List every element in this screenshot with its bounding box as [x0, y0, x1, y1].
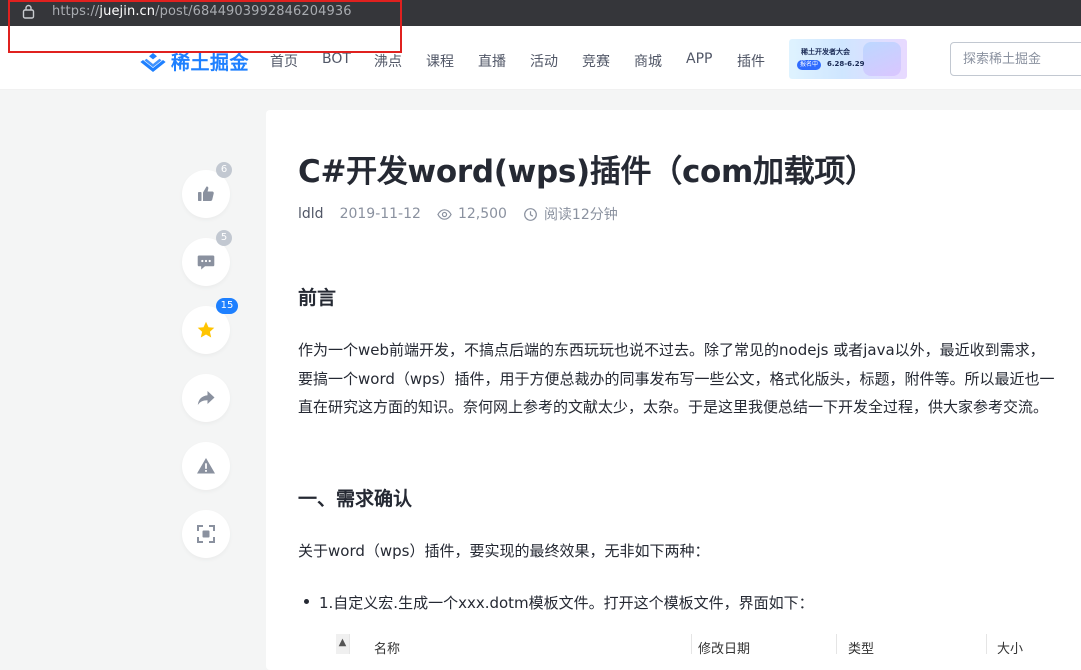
share-button[interactable]	[182, 374, 230, 422]
nav-shop[interactable]: 商城	[634, 51, 662, 71]
read-time: 阅读12分钟	[543, 207, 618, 223]
search-input[interactable]	[963, 43, 1081, 75]
list-item-text: 1.自定义宏.生成一个xxx.dotm模板文件。打开这个模板文件，界面如下：	[319, 594, 814, 612]
clock-icon	[524, 207, 537, 221]
thumbs-up-icon	[198, 186, 214, 201]
like-count-badge: 6	[216, 162, 232, 178]
star-icon	[197, 321, 215, 338]
fullscreen-icon	[197, 525, 215, 543]
nav-events[interactable]: 活动	[530, 51, 558, 71]
publish-date: 2019-11-12	[339, 206, 421, 222]
conference-banner[interactable]: 稀土开发者大会 报名中 6.28-6.29	[789, 39, 907, 79]
column-divider	[986, 634, 987, 654]
view-count: 12,500	[457, 206, 507, 222]
banner-pill: 报名中	[797, 60, 821, 70]
article-title: C#开发word(wps)插件（com加载项）	[298, 154, 876, 190]
report-button[interactable]	[182, 442, 230, 490]
banner-date: 6.28-6.29	[827, 60, 865, 68]
like-button[interactable]: 6	[182, 162, 232, 218]
requirements-paragraph: 关于word（wps）插件，要实现的最终效果，无非如下两种：	[298, 542, 710, 560]
nav-courses[interactable]: 课程	[426, 51, 454, 71]
section-heading-requirements: 一、需求确认	[298, 488, 413, 510]
list-item: 1.自定义宏.生成一个xxx.dotm模板文件。打开这个模板文件，界面如下：	[304, 592, 814, 613]
comment-icon	[197, 255, 215, 270]
intro-paragraph: 作为一个web前端开发，不搞点后端的东西玩玩也说不过去。除了常见的nodejs …	[298, 341, 1055, 416]
column-type: 类型	[848, 642, 875, 657]
collect-button[interactable]: 15	[182, 298, 238, 354]
comment-button[interactable]: 5	[182, 230, 232, 286]
author-name[interactable]: ldld	[298, 206, 324, 222]
nav-pins[interactable]: 沸点	[374, 51, 402, 71]
column-divider	[836, 634, 837, 654]
banner-title: 稀土开发者大会	[801, 48, 850, 56]
banner-decoration	[863, 42, 901, 76]
annotation-rectangle	[8, 0, 402, 53]
collect-count-badge: 15	[216, 298, 238, 314]
article-card: C#开发word(wps)插件（com加载项） ldld 2019-11-12 …	[266, 110, 1081, 670]
share-icon	[197, 391, 215, 405]
column-size: 大小	[997, 642, 1024, 657]
nav-contest[interactable]: 竞赛	[582, 51, 610, 71]
section-heading-intro: 前言	[298, 287, 337, 309]
comment-count-badge: 5	[216, 230, 232, 246]
file-table-header: ▲ 名称 修改日期 类型 大小	[336, 634, 1081, 657]
column-modified: 修改日期	[698, 642, 751, 657]
nav-live[interactable]: 直播	[478, 51, 506, 71]
nav-bot[interactable]: BOT	[322, 51, 351, 67]
article-meta: ldld 2019-11-12 12,500 阅读12分钟	[298, 204, 618, 224]
fullscreen-button[interactable]	[182, 510, 230, 558]
bullet-dot	[304, 599, 309, 604]
nav-plugins[interactable]: 插件	[737, 51, 765, 71]
eye-icon	[437, 208, 452, 220]
sort-up-icon: ▲	[336, 634, 350, 654]
nav-app[interactable]: APP	[686, 51, 712, 67]
column-name: 名称	[374, 642, 401, 657]
nav-home[interactable]: 首页	[270, 51, 298, 71]
column-divider	[691, 634, 692, 654]
warning-icon	[197, 458, 215, 474]
juejin-logo-icon	[140, 52, 166, 72]
search-box[interactable]	[950, 42, 1081, 76]
